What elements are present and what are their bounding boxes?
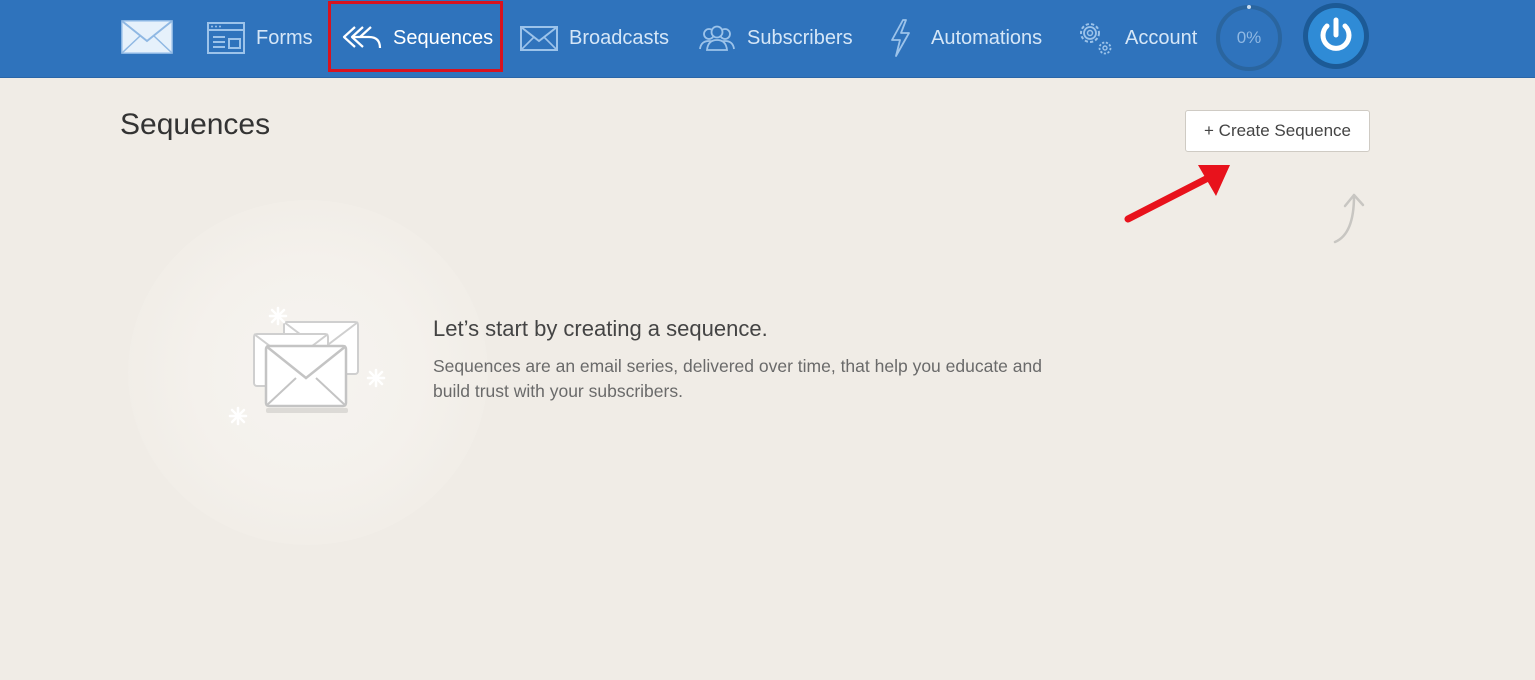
nav-subscribers[interactable]: Subscribers — [697, 0, 853, 76]
annotation-arrow-icon — [1124, 165, 1230, 223]
lightning-icon — [887, 18, 913, 58]
empty-state-title: Let’s start by creating a sequence. — [433, 316, 768, 341]
envelope-icon — [519, 24, 559, 52]
nav-account-label: Account — [1125, 26, 1198, 49]
power-icon[interactable] — [1302, 2, 1370, 70]
nav-broadcasts-label: Broadcasts — [569, 26, 670, 49]
nav-automations[interactable]: Automations — [887, 0, 1042, 76]
annotation-highlight-box — [328, 1, 503, 72]
page-title: Sequences — [120, 108, 271, 141]
create-sequence-button[interactable]: + Create Sequence — [1185, 110, 1370, 152]
gear-icon — [1075, 18, 1115, 58]
empty-state-description: Sequences are an email series, delivered… — [433, 356, 1042, 401]
nav-automations-label: Automations — [931, 26, 1043, 49]
nav-subscribers-label: Subscribers — [747, 26, 853, 49]
progress-percent: 0% — [1236, 28, 1262, 47]
envelopes-icon — [228, 306, 386, 426]
nav-account[interactable]: Account — [1075, 0, 1197, 76]
nav-forms[interactable]: Forms — [206, 0, 313, 76]
forms-icon — [206, 21, 246, 55]
nav-forms-label: Forms — [256, 26, 313, 49]
top-navigation-bar: Forms Sequences Broadcasts Subscribers A… — [0, 0, 1535, 78]
subscribers-icon — [697, 24, 737, 52]
nav-broadcasts[interactable]: Broadcasts — [519, 0, 669, 76]
logo-envelope-icon[interactable] — [120, 17, 175, 57]
curved-arrow-icon — [1333, 193, 1365, 244]
